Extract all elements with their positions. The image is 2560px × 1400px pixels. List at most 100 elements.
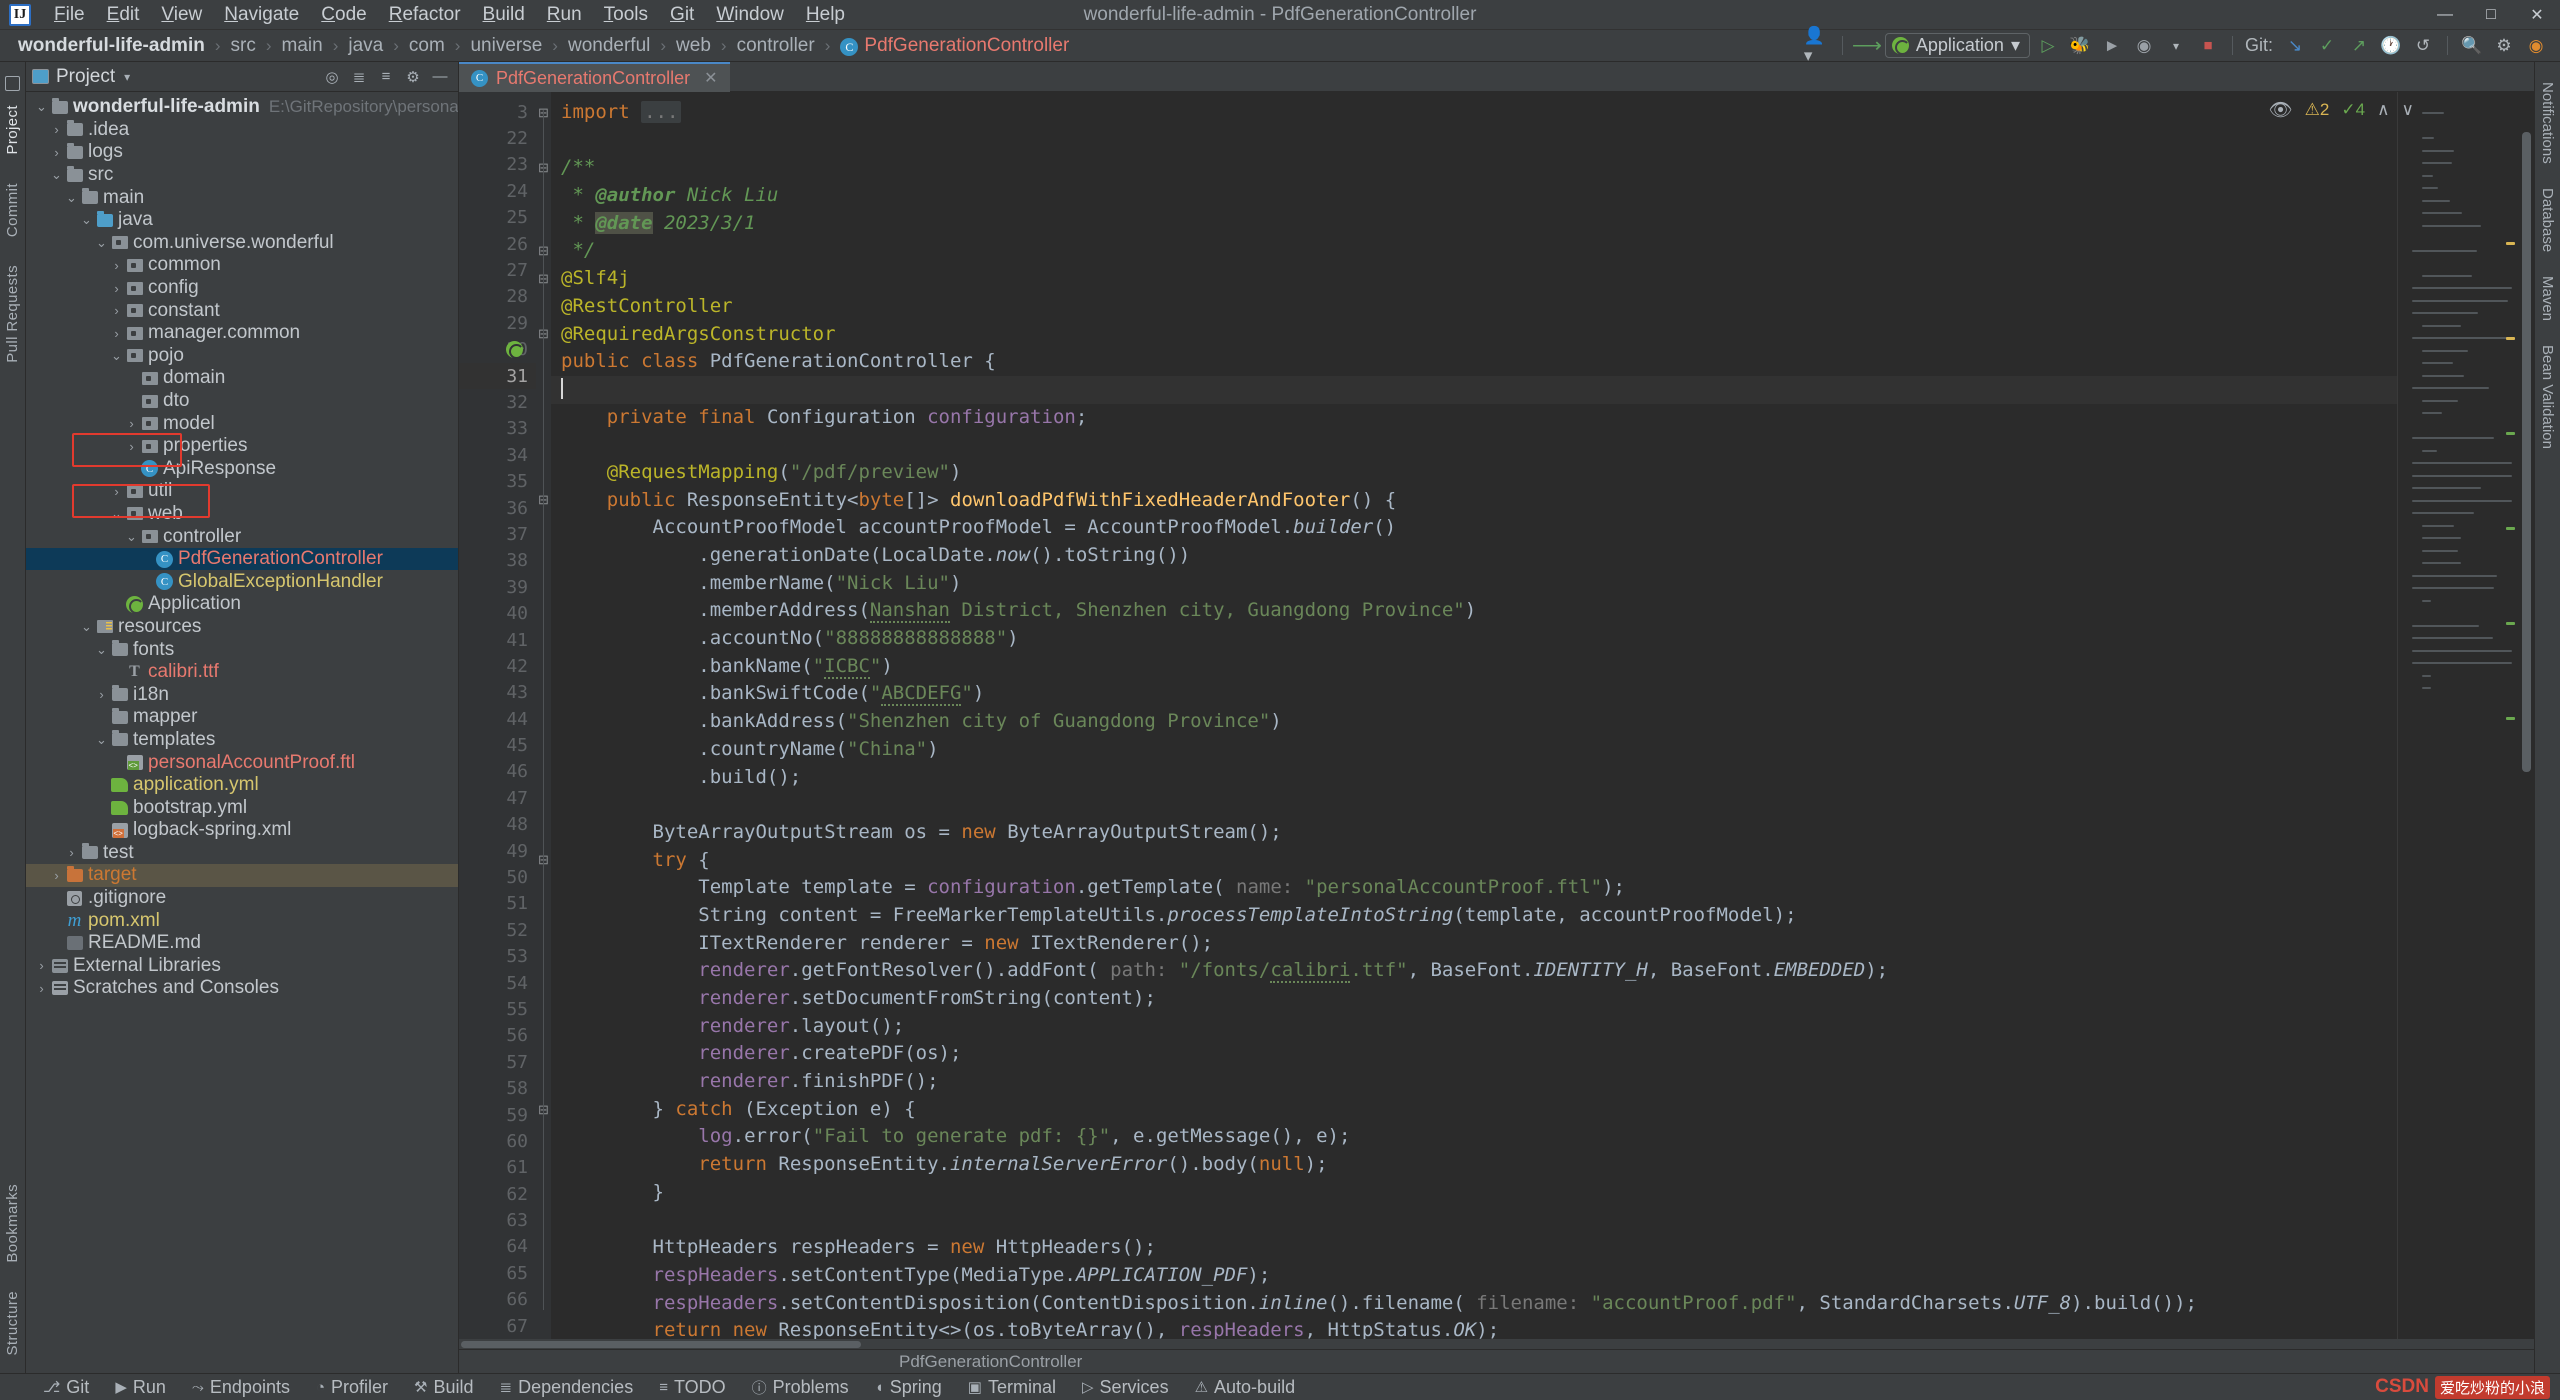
chevron-right-icon[interactable]: ›: [139, 574, 154, 589]
editor-vertical-scrollbar[interactable]: [2519, 92, 2534, 1339]
gutter-line-47[interactable]: 47: [459, 785, 536, 811]
gutter-line-46[interactable]: 46: [459, 759, 536, 785]
gutter-line-51[interactable]: 51: [459, 891, 536, 917]
gutter-line-54[interactable]: 54: [459, 970, 536, 996]
gutter-line-34[interactable]: 34: [459, 442, 536, 468]
gutter-line-62[interactable]: 62: [459, 1181, 536, 1207]
tree-item-logs[interactable]: › logs: [26, 141, 458, 164]
menu-item-run[interactable]: Run: [536, 0, 593, 30]
code-line-54[interactable]: renderer.layout();: [551, 1013, 2397, 1041]
project-file-tree[interactable]: ⌄ wonderful-life-admin E:\GitRepository\pe…: [26, 92, 458, 1373]
chevron-right-icon[interactable]: ›: [124, 439, 139, 454]
gutter-line-52[interactable]: 52: [459, 917, 536, 943]
tree-item-apiresponse[interactable]: ›CApiResponse: [26, 458, 458, 481]
tree-item-templates[interactable]: ⌄ templates: [26, 729, 458, 752]
tree-item-config[interactable]: › config: [26, 277, 458, 300]
breadcrumb-item-wonderful-life-admin[interactable]: wonderful-life-admin: [14, 33, 209, 59]
code-line-47[interactable]: ByteArrayOutputStream os = new ByteArray…: [551, 819, 2397, 847]
tree-item-test[interactable]: › test: [26, 842, 458, 865]
collapse-all-icon[interactable]: ≣: [347, 65, 371, 89]
prev-problem-icon[interactable]: ∧: [2377, 100, 2389, 120]
profiler-icon[interactable]: ◉: [2130, 33, 2158, 59]
menu-item-tools[interactable]: Tools: [593, 0, 659, 30]
status-item-problems[interactable]: ⓘ Problems: [739, 1374, 862, 1400]
rail-item-bookmarks[interactable]: Bookmarks: [4, 1184, 21, 1263]
run-gutter-icon[interactable]: [506, 341, 524, 360]
profiler-dropdown-icon[interactable]: ▾: [2162, 33, 2190, 59]
code-line-63[interactable]: respHeaders.setContentType(MediaType.APP…: [551, 1262, 2397, 1290]
status-item-terminal[interactable]: ▣ Terminal: [955, 1374, 1069, 1400]
code-line-3[interactable]: import ...: [551, 99, 2397, 127]
tree-item-properties[interactable]: › properties: [26, 435, 458, 458]
code-line-65[interactable]: return new ResponseEntity<>(os.toByteArr…: [551, 1317, 2397, 1339]
code-line-45[interactable]: .build();: [551, 764, 2397, 792]
settings-gear-icon[interactable]: ⚙: [2490, 33, 2518, 59]
git-push-icon[interactable]: ↗: [2345, 33, 2373, 59]
gutter-line-61[interactable]: 61: [459, 1155, 536, 1181]
gutter-line-33[interactable]: 33: [459, 416, 536, 442]
gutter-line-3[interactable]: 3: [459, 99, 536, 125]
code-line-62[interactable]: HttpHeaders respHeaders = new HttpHeader…: [551, 1234, 2397, 1262]
chevron-right-icon[interactable]: ›: [34, 981, 49, 996]
code-line-42[interactable]: .bankSwiftCode("ABCDEFG"): [551, 680, 2397, 708]
gutter-line-64[interactable]: 64: [459, 1234, 536, 1260]
tree-item-logback-spring-xml[interactable]: › logback-spring.xml: [26, 819, 458, 842]
code-line-37[interactable]: .generationDate(LocalDate.now().toString…: [551, 542, 2397, 570]
tree-item-personalaccountproof-ftl[interactable]: › personalAccountProof.ftl: [26, 751, 458, 774]
code-line-38[interactable]: .memberName("Nick Liu"): [551, 570, 2397, 598]
rail-item-bean-validation[interactable]: Bean Validation: [2539, 345, 2556, 449]
chevron-down-icon[interactable]: ⌄: [94, 642, 109, 658]
breadcrumb-item-controller[interactable]: controller: [733, 33, 819, 59]
tree-item-bootstrap-yml[interactable]: › bootstrap.yml: [26, 796, 458, 819]
tree-item-scratches-and-consoles[interactable]: › Scratches and Consoles: [26, 977, 458, 1000]
stop-icon[interactable]: ■: [2194, 33, 2222, 59]
chevron-right-icon[interactable]: ›: [109, 484, 124, 499]
menu-item-view[interactable]: View: [150, 0, 213, 30]
tree-item-wonderful-life-admin[interactable]: ⌄ wonderful-life-admin E:\GitRepository\pe…: [26, 96, 458, 119]
gutter-line-58[interactable]: 58: [459, 1075, 536, 1101]
breadcrumb-item-com[interactable]: com: [405, 33, 449, 59]
menu-item-code[interactable]: Code: [310, 0, 377, 30]
gutter-line-45[interactable]: 45: [459, 732, 536, 758]
minimap-marker[interactable]: [2506, 242, 2515, 245]
gutter-line-59[interactable]: 59: [459, 1102, 536, 1128]
gutter-line-66[interactable]: 66: [459, 1287, 536, 1313]
settings-gear-icon[interactable]: ⚙: [401, 65, 425, 89]
next-problem-icon[interactable]: ∨: [2402, 100, 2414, 120]
gutter-line-44[interactable]: 44: [459, 706, 536, 732]
code-line-29[interactable]: @RequiredArgsConstructor: [551, 321, 2397, 349]
code-line-31[interactable]: [551, 375, 2397, 404]
tree-item-constant[interactable]: › constant: [26, 299, 458, 322]
target-icon[interactable]: ◎: [320, 65, 344, 89]
tree-item-target[interactable]: › target: [26, 864, 458, 887]
gutter-line-43[interactable]: 43: [459, 680, 536, 706]
gutter-line-49[interactable]: 49: [459, 838, 536, 864]
tree-item--gitignore[interactable]: › .gitignore: [26, 887, 458, 910]
code-line-48[interactable]: try {: [551, 847, 2397, 875]
gutter-line-35[interactable]: 35: [459, 468, 536, 494]
chevron-right-icon[interactable]: ›: [49, 891, 64, 906]
gutter-line-56[interactable]: 56: [459, 1023, 536, 1049]
tree-item-pojo[interactable]: ⌄ pojo: [26, 345, 458, 368]
code-line-28[interactable]: @RestController: [551, 293, 2397, 321]
gutter-line-39[interactable]: 39: [459, 574, 536, 600]
chevron-right-icon[interactable]: ›: [64, 845, 79, 860]
tree-item-i18n[interactable]: › i18n: [26, 683, 458, 706]
chevron-down-icon[interactable]: ⌄: [34, 99, 49, 115]
gutter-line-42[interactable]: 42: [459, 653, 536, 679]
menu-item-navigate[interactable]: Navigate: [213, 0, 310, 30]
minimap-marker[interactable]: [2506, 622, 2515, 625]
code-line-40[interactable]: .accountNo("88888888888888"): [551, 625, 2397, 653]
chevron-right-icon[interactable]: ›: [94, 823, 109, 838]
tree-item-src[interactable]: ⌄ src: [26, 164, 458, 187]
code-folding-column[interactable]: ⊞⊟⊟⊟⊟⊟⊟⊟: [536, 92, 551, 1339]
tree-item-pom-xml[interactable]: ›m pom.xml: [26, 909, 458, 932]
tree-item-globalexceptionhandler[interactable]: ›CGlobalExceptionHandler: [26, 570, 458, 593]
menu-item-refactor[interactable]: Refactor: [378, 0, 472, 30]
chevron-right-icon[interactable]: ›: [109, 281, 124, 296]
inspection-eye-icon[interactable]: 👁: [2269, 98, 2293, 122]
chevron-down-icon[interactable]: ▾: [124, 70, 130, 84]
status-item-dependencies[interactable]: ≣ Dependencies: [487, 1374, 647, 1400]
tree-item-common[interactable]: › common: [26, 254, 458, 277]
breadcrumb-current-file[interactable]: C PdfGenerationController: [836, 33, 1073, 59]
